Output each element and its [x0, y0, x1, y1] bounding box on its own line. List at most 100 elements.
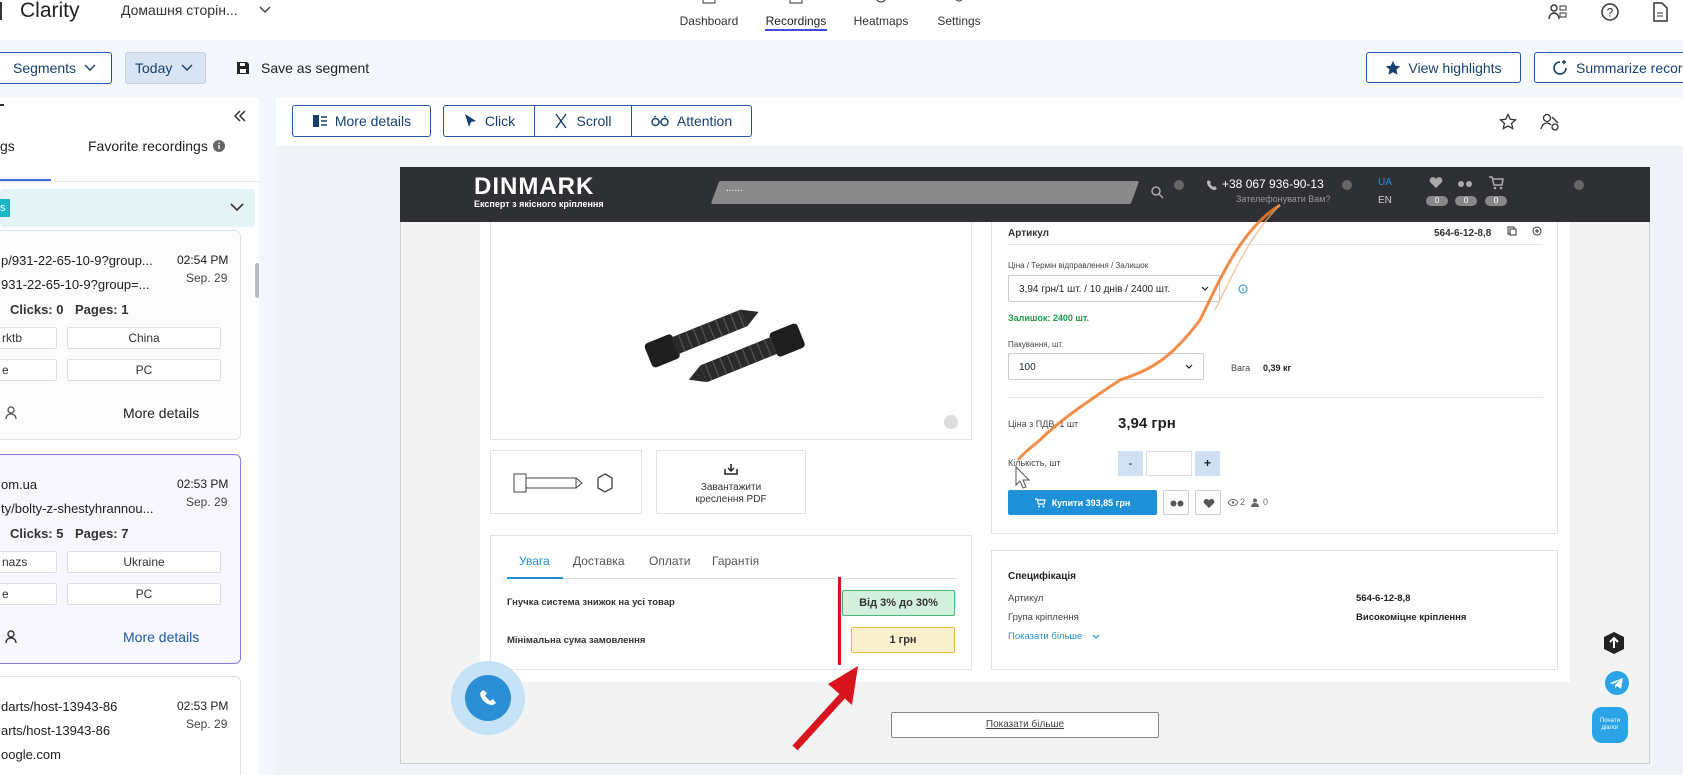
counter-badge: 0	[1485, 196, 1507, 206]
call-button[interactable]	[451, 661, 525, 735]
zoom-icon[interactable]	[943, 414, 959, 430]
today-dropdown[interactable]: Today	[125, 52, 206, 84]
attention-label: Attention	[676, 113, 733, 129]
download-pdf-button[interactable]: Завантажити креслення PDF	[656, 450, 806, 514]
tab-attention[interactable]: Увага	[519, 554, 550, 568]
lang-en[interactable]: EN	[1378, 195, 1392, 206]
tab-warranty[interactable]: Гарантія	[712, 554, 759, 568]
more-details-link[interactable]: More details	[123, 629, 199, 645]
cart-icon[interactable]	[1488, 176, 1504, 190]
recordings-icon	[789, 0, 803, 4]
chat-label: Почати діалог	[1600, 718, 1620, 731]
compare-icon	[1170, 500, 1184, 507]
buy-button[interactable]: Купити 393,85 грн	[1008, 490, 1157, 515]
share-settings-icon[interactable]	[1540, 112, 1560, 132]
save-segment-button[interactable]: Save as segment	[235, 54, 369, 82]
nav-dashboard[interactable]: Dashboard	[679, 0, 739, 30]
callback-link[interactable]: Зателефонувати Вам?	[1236, 194, 1330, 204]
spec-value: Високоміцне кріплення	[1356, 612, 1467, 623]
nav-label: Settings	[937, 14, 981, 28]
spec-key: Артикул	[1008, 593, 1044, 604]
qty-input[interactable]	[1146, 451, 1192, 476]
star-icon	[1386, 60, 1401, 75]
lang-ua[interactable]: UA	[1378, 177, 1392, 188]
recording-card[interactable]: darts/host-13943-86 arts/host-13943-86 o…	[0, 676, 241, 775]
download-label: Завантажити креслення PDF	[695, 482, 767, 505]
clicks-count: Clicks: 0	[10, 302, 64, 317]
view-mode-group: Click Scroll Attention	[443, 105, 752, 137]
tab-all-recordings[interactable]: gs	[0, 138, 15, 154]
site-search-placeholder: ......	[726, 183, 743, 194]
nav-settings[interactable]: Settings	[934, 0, 984, 30]
compare-button[interactable]	[1163, 490, 1189, 515]
recording-card[interactable]: om.ua ty/bolty-z-shestyhrannou... 02:53 …	[0, 454, 241, 664]
tag-chip: PC	[67, 583, 221, 605]
app-title[interactable]: Clarity	[20, 0, 80, 23]
tab-active-underline	[507, 577, 563, 579]
document-icon[interactable]	[1652, 2, 1668, 22]
site-search-input[interactable]	[710, 181, 1140, 204]
add-icon[interactable]	[1532, 226, 1542, 236]
tab-payments[interactable]: Оплати	[649, 554, 690, 568]
heart-icon[interactable]	[1429, 177, 1443, 189]
help-icon[interactable]: ?	[1600, 2, 1620, 22]
tab-favorite-recordings[interactable]: Favorite recordings	[88, 138, 225, 154]
project-name: Домашня сторін...	[121, 2, 238, 18]
more-details-button[interactable]: More details	[292, 105, 431, 137]
nav-label: Dashboard	[679, 14, 739, 28]
search-icon[interactable]	[1150, 185, 1164, 199]
save-icon	[237, 62, 249, 74]
recording-url: oogle.com	[1, 747, 61, 762]
more-details-link[interactable]: More details	[123, 405, 199, 421]
share-icon[interactable]	[1548, 3, 1568, 21]
bolt-drawing-icon	[513, 473, 613, 493]
copy-icon[interactable]	[1507, 226, 1517, 236]
nav-recordings[interactable]: Recordings	[763, 0, 829, 32]
divider	[0, 104, 4, 106]
spec-show-more-link[interactable]: Показати більше	[1008, 631, 1100, 642]
info-icon	[212, 140, 225, 152]
info-tabs-box: Увага Доставка Оплати Гарантія Гнучка си…	[490, 535, 972, 670]
heart-icon	[1203, 498, 1215, 508]
scroll-mode-button[interactable]: Scroll	[535, 106, 632, 136]
summarize-button[interactable]: Summarize recor	[1534, 52, 1683, 83]
group-header[interactable]: s	[0, 189, 255, 227]
arrow-icon	[1342, 180, 1352, 190]
show-more-button[interactable]: Показати більше	[891, 712, 1159, 738]
counter-badge: 0	[1455, 196, 1477, 206]
thumbnail-box[interactable]	[490, 450, 642, 514]
collapse-icon[interactable]	[233, 109, 247, 123]
price-select[interactable]: 3,94 грн/1 шт. / 10 днів / 2400 шт.	[1008, 275, 1220, 302]
scroll-top-icon[interactable]	[1602, 631, 1626, 655]
project-selector[interactable]: Домашня сторін...	[121, 2, 272, 18]
compare-icon[interactable]	[1457, 177, 1473, 189]
qty-plus-button[interactable]: +	[1195, 451, 1220, 476]
save-segment-label: Save as segment	[261, 60, 370, 76]
buy-label: Купити 393,85 грн	[1051, 497, 1131, 508]
view-highlights-button[interactable]: View highlights	[1366, 52, 1521, 83]
telegram-icon[interactable]	[1605, 671, 1629, 695]
pack-select[interactable]: 100	[1008, 353, 1204, 380]
stock-status: Залишок: 2400 шт.	[1008, 313, 1090, 323]
wishlist-button[interactable]	[1195, 490, 1221, 515]
segments-dropdown[interactable]: Segments	[0, 52, 112, 84]
qty-minus-button[interactable]: -	[1118, 451, 1143, 476]
recording-card[interactable]: p/931-22-65-10-9?group... 931-22-65-10-9…	[0, 230, 241, 440]
info-icon[interactable]	[1238, 284, 1248, 294]
tab-delivery[interactable]: Доставка	[573, 554, 625, 568]
chat-widget-button[interactable]: Почати діалог	[1592, 707, 1628, 743]
chevron-down-icon	[230, 203, 244, 212]
view-highlights-label: View highlights	[1408, 59, 1502, 76]
star-outline-icon[interactable]	[1499, 113, 1517, 131]
price-select-value: 3,94 грн/1 шт. / 10 днів / 2400 шт.	[1019, 284, 1171, 295]
recording-date: Sep. 29	[186, 717, 228, 731]
scrollbar-thumb[interactable]	[255, 263, 259, 298]
attention-mode-button[interactable]: Attention	[632, 106, 751, 136]
recording-url: darts/host-13943-86	[1, 699, 118, 714]
recording-time: 02:53 PM	[177, 699, 229, 713]
nav-heatmaps[interactable]: Heatmaps	[853, 0, 909, 30]
click-mode-button[interactable]: Click	[444, 106, 535, 136]
site-phone[interactable]: +38 067 936-90-13	[1222, 177, 1324, 191]
site-logo[interactable]: DINMARK	[474, 173, 594, 201]
sidebar-edge	[0, 2, 2, 20]
